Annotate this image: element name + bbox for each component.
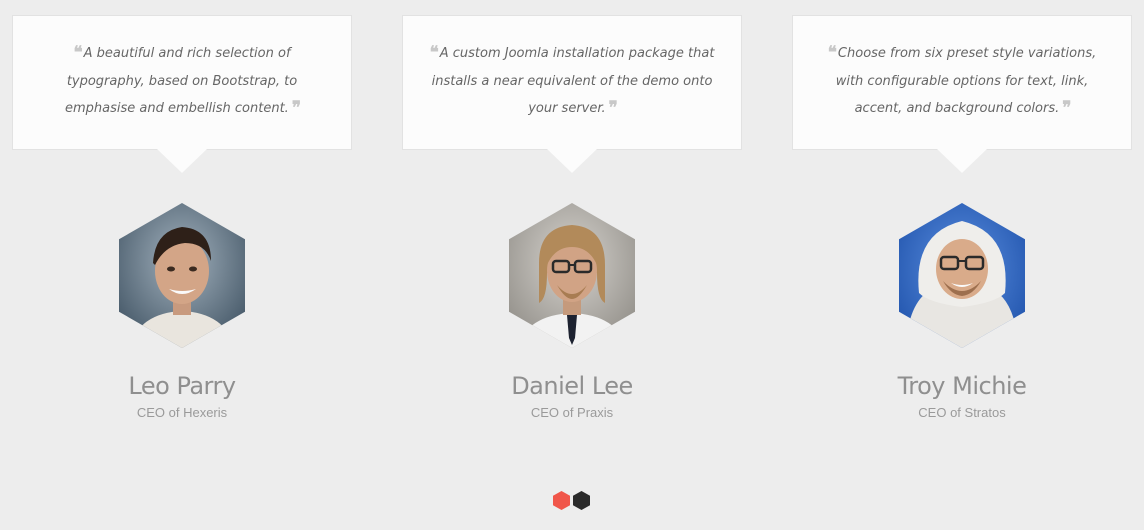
open-quote-icon: ❝ <box>73 43 82 63</box>
avatar-photo-daniel-lee <box>509 203 635 348</box>
pager-dot-1[interactable] <box>553 491 570 510</box>
quote-body: A beautiful and rich selection of typogr… <box>65 46 298 116</box>
testimonial-item: ❝ Choose from six preset style variations… <box>792 15 1132 420</box>
quote-body: Choose from six preset style variations,… <box>835 46 1097 116</box>
person-name: Leo Parry <box>128 372 236 400</box>
quote-text: ❝ Choose from six preset style variations… <box>815 40 1109 123</box>
person-name: Daniel Lee <box>511 372 633 400</box>
testimonials-section: ❝ A beautiful and rich selection of typog… <box>0 0 1144 460</box>
quote-text: ❝ A custom Joomla installation package th… <box>425 40 719 123</box>
close-quote-icon: ❞ <box>291 98 301 118</box>
person-role: CEO of Stratos <box>918 405 1006 420</box>
quote-box: ❝ Choose from six preset style variations… <box>792 15 1132 173</box>
quote-text: ❝ A beautiful and rich selection of typog… <box>35 40 329 123</box>
person-role: CEO of Praxis <box>530 405 614 420</box>
close-quote-icon: ❞ <box>608 98 618 118</box>
avatar-photo-leo-parry <box>119 203 245 348</box>
carousel-pager <box>553 491 593 511</box>
open-quote-icon: ❝ <box>827 43 837 63</box>
person-role: CEO of Hexeris <box>136 405 228 420</box>
avatar <box>899 203 1025 348</box>
testimonial-item: ❝ A beautiful and rich selection of typog… <box>12 15 352 420</box>
testimonial-item: ❝ A custom Joomla installation package th… <box>402 15 742 420</box>
quote-box: ❝ A custom Joomla installation package th… <box>402 15 742 173</box>
avatar <box>509 203 635 348</box>
person-name: Troy Michie <box>897 372 1027 400</box>
quote-body: A custom Joomla installation package tha… <box>431 46 715 116</box>
avatar-photo-troy-michie <box>899 203 1025 348</box>
close-quote-icon: ❞ <box>1062 98 1071 118</box>
quote-box: ❝ A beautiful and rich selection of typog… <box>12 15 352 173</box>
pager-dot-2[interactable] <box>573 491 590 510</box>
avatar <box>119 203 245 348</box>
open-quote-icon: ❝ <box>429 43 439 63</box>
